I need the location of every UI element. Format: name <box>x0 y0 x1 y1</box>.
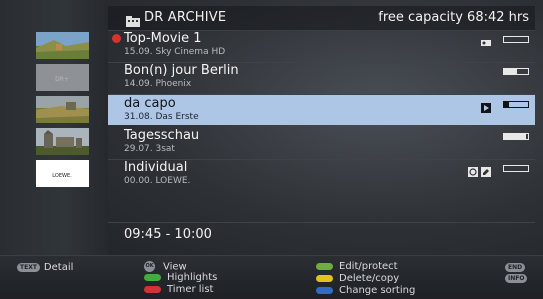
edit-protect-label: Edit/protect <box>339 261 398 272</box>
edit-protect-hint[interactable]: Edit/protect <box>316 261 398 272</box>
ok-key-icon: OK <box>144 261 155 272</box>
recording-name: Top-Movie 1 <box>124 31 202 46</box>
recording-name: Individual <box>124 160 188 175</box>
progress-bar <box>503 133 529 140</box>
recording-row[interactable]: Tagesschau 29.07. 3sat <box>108 127 535 157</box>
edit-icon <box>481 162 491 177</box>
archive-header: DR ARCHIVE free capacity 68:42 hrs <box>108 6 535 31</box>
recording-dot-icon <box>112 34 121 43</box>
green-key-icon <box>316 262 333 270</box>
progress-bar <box>503 165 529 172</box>
recording-name: Bon(n) jour Berlin <box>124 63 239 78</box>
thumbnail-top-movie[interactable] <box>36 32 89 59</box>
recording-name: Tagesschau <box>124 128 200 143</box>
end-key[interactable]: END <box>505 262 529 273</box>
view-label: View <box>163 261 187 273</box>
recording-row[interactable]: Top-Movie 1 15.09. Sky Cinema HD <box>108 30 535 60</box>
key-icon <box>481 33 491 46</box>
timer-icon <box>468 162 478 177</box>
recording-meta: 00.00. LOEWE. <box>124 176 191 186</box>
loewe-logo: LOEWE. <box>52 173 72 179</box>
highlights-label: Highlights <box>167 272 218 283</box>
recording-meta: 31.08. Das Erste <box>124 112 199 122</box>
recording-row-selected[interactable]: da capo 31.08. Das Erste <box>108 95 535 125</box>
progress-fill <box>504 102 509 107</box>
recording-meta: 15.09. Sky Cinema HD <box>124 47 226 57</box>
page-title: DR ARCHIVE <box>144 10 227 25</box>
detail-label: Detail <box>43 262 74 273</box>
red-key-icon <box>144 285 161 293</box>
progress-fill <box>504 134 526 139</box>
thumbnail-bonjour-berlin[interactable]: DR+ <box>36 64 89 91</box>
recording-name: da capo <box>124 96 176 111</box>
thumb-dr-text: DR+ <box>55 76 69 83</box>
detail-hint[interactable]: TEXT Detail <box>17 262 73 273</box>
recording-row[interactable]: Individual 00.00. LOEWE. <box>108 159 535 189</box>
progress-bar <box>503 68 529 75</box>
timer-list-label: Timer list <box>167 284 214 295</box>
dr-archive-screen: DR ARCHIVE free capacity 68:42 hrs DR+ L… <box>0 0 543 299</box>
view-hint[interactable]: OK View <box>144 261 187 273</box>
text-key-icon: TEXT <box>17 262 40 272</box>
play-icon <box>481 98 491 113</box>
thumbnail-da-capo[interactable] <box>36 96 89 123</box>
recording-meta: 29.07. 3sat <box>124 144 175 154</box>
change-sorting-label: Change sorting <box>339 285 416 296</box>
yellow-key-icon <box>316 274 333 282</box>
highlights-hint[interactable]: Highlights <box>144 272 217 283</box>
row-divider <box>108 222 535 223</box>
time-range: 09:45 - 10:00 <box>124 227 212 242</box>
recording-row[interactable]: Bon(n) jour Berlin 14.09. Phoenix <box>108 62 535 92</box>
blue-key-icon <box>316 286 333 294</box>
progress-bar <box>503 101 529 108</box>
progress-bar <box>503 36 529 43</box>
progress-fill <box>504 69 518 74</box>
delete-copy-label: Delete/copy <box>339 273 400 284</box>
footer-legend: TEXT Detail OK View Highlights Timer list … <box>0 255 543 299</box>
film-folder-icon <box>126 12 140 27</box>
delete-copy-hint[interactable]: Delete/copy <box>316 273 399 284</box>
info-key-icon: INFO <box>505 273 528 283</box>
recording-meta: 14.09. Phoenix <box>124 79 192 89</box>
end-key-icon: END <box>505 262 526 272</box>
info-key[interactable]: INFO <box>505 273 531 284</box>
change-sorting-hint[interactable]: Change sorting <box>316 285 415 296</box>
timer-list-hint[interactable]: Timer list <box>144 284 213 295</box>
free-capacity: free capacity 68:42 hrs <box>378 10 529 25</box>
thumbnail-individual[interactable]: LOEWE. <box>36 160 89 187</box>
green-key-icon <box>144 273 161 281</box>
thumbnail-tagesschau[interactable] <box>36 128 89 155</box>
